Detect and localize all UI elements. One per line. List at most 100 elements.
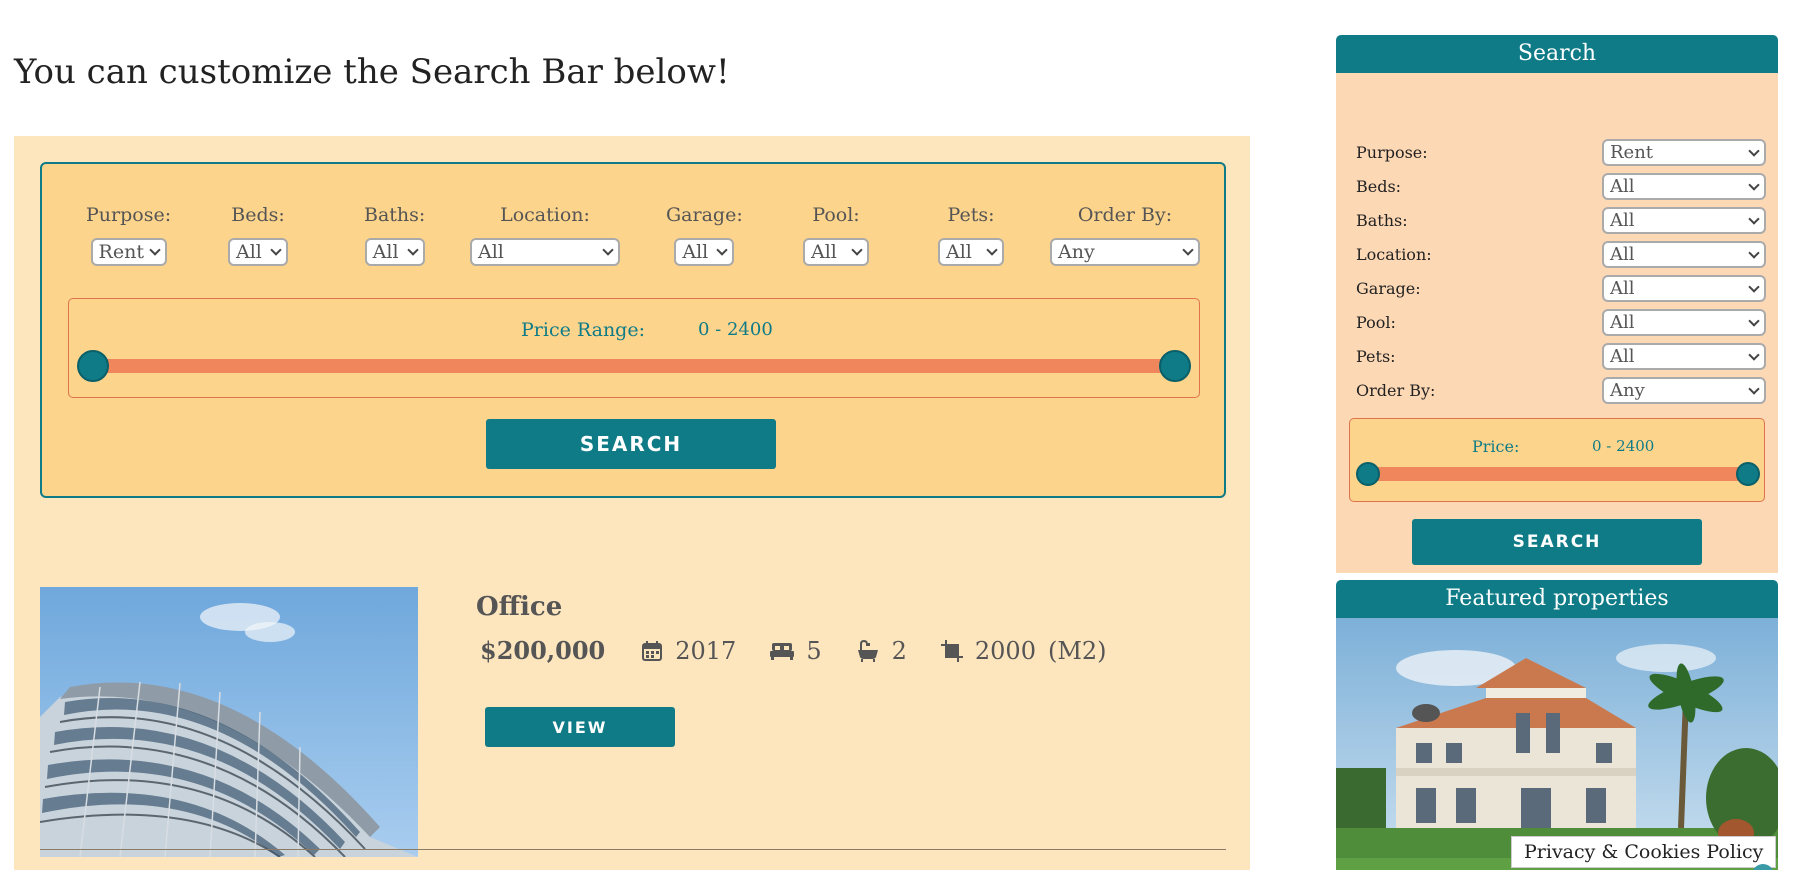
- property-title[interactable]: Office: [476, 592, 562, 622]
- sidebar-order-by-label: Order By:: [1356, 381, 1436, 400]
- order-by-label: Order By:: [1077, 204, 1173, 226]
- sidebar-search-form: Purpose: Rent Beds: All Baths: All Locat…: [1336, 73, 1778, 573]
- villa-image: [1336, 618, 1778, 870]
- sidebar-price-slider-max-handle[interactable]: [1736, 462, 1760, 486]
- main-panel: Purpose: Rent Beds: All Baths: All Locat…: [14, 136, 1250, 870]
- property-area-value: 2000: [974, 636, 1036, 665]
- calendar-icon: [642, 640, 663, 661]
- sidebar-search-title: Search: [1336, 35, 1778, 73]
- property-price: $200,000: [480, 636, 606, 665]
- property-meta: $200,000 2017 5 2 2000 (M2): [480, 636, 1141, 665]
- featured-properties-title: Featured properties: [1336, 580, 1778, 618]
- price-range: Price Range: 0 - 2400: [68, 298, 1200, 398]
- divider: [40, 849, 1226, 850]
- sidebar-price-range: Price: 0 - 2400: [1349, 418, 1765, 502]
- sidebar-price-label: Price:: [1472, 437, 1520, 456]
- sidebar-pets-select[interactable]: All: [1602, 343, 1766, 370]
- purpose-select[interactable]: Rent: [90, 238, 167, 266]
- baths-value: All: [372, 241, 399, 263]
- page-title: You can customize the Search Bar below!: [14, 52, 730, 92]
- sidebar-beds-row: Beds: All: [1356, 173, 1766, 200]
- price-range-value: 0 - 2400: [698, 319, 773, 340]
- location-select[interactable]: All: [470, 238, 620, 266]
- chevron-down-icon: [851, 244, 863, 256]
- price-slider-min-handle[interactable]: [77, 350, 109, 382]
- chevron-down-icon: [148, 244, 161, 256]
- pool-select[interactable]: All: [803, 238, 869, 266]
- sidebar-order-by-value: Any: [1610, 380, 1645, 401]
- sidebar-garage-label: Garage:: [1356, 279, 1421, 298]
- sidebar-pets-row: Pets: All: [1356, 343, 1766, 370]
- sidebar-purpose-label: Purpose:: [1356, 143, 1428, 162]
- property-image[interactable]: [40, 587, 418, 857]
- chevron-down-icon: [1748, 144, 1760, 157]
- chevron-down-icon: [1748, 178, 1760, 191]
- pool-field: Pool: All: [803, 204, 869, 266]
- chevron-down-icon: [1748, 280, 1760, 293]
- sidebar-garage-value: All: [1610, 278, 1635, 299]
- price-slider-max-handle[interactable]: [1159, 350, 1191, 382]
- location-value: All: [478, 241, 504, 263]
- bathtub-icon: [857, 639, 878, 662]
- property-year: 2017: [641, 637, 736, 665]
- property-year-value: 2017: [675, 636, 737, 665]
- baths-field: Baths: All: [364, 204, 425, 266]
- sidebar-order-by-row: Order By: Any: [1356, 377, 1766, 404]
- beds-field: Beds: All: [228, 204, 288, 266]
- purpose-label: Purpose:: [86, 204, 172, 226]
- garage-value: All: [682, 241, 709, 263]
- property-baths: 2: [856, 637, 907, 665]
- pets-value: All: [946, 241, 972, 263]
- sidebar-pool-select[interactable]: All: [1602, 309, 1766, 336]
- sidebar-garage-row: Garage: All: [1356, 275, 1766, 302]
- location-label: Location:: [500, 204, 590, 226]
- order-by-select[interactable]: Any: [1050, 238, 1200, 266]
- sidebar-beds-label: Beds:: [1356, 177, 1402, 196]
- sidebar-location-label: Location:: [1356, 245, 1432, 264]
- beds-value: All: [236, 241, 262, 263]
- pets-label: Pets:: [947, 204, 995, 226]
- pool-label: Pool:: [812, 204, 860, 226]
- price-slider-track[interactable]: [93, 359, 1175, 373]
- sidebar-location-row: Location: All: [1356, 241, 1766, 268]
- chevron-down-icon: [1748, 348, 1760, 361]
- garage-field: Garage: All: [666, 204, 743, 266]
- privacy-cookies-link[interactable]: Privacy & Cookies Policy: [1511, 836, 1777, 868]
- sidebar-location-select[interactable]: All: [1602, 241, 1766, 268]
- sidebar-pool-label: Pool:: [1356, 313, 1396, 332]
- pets-select[interactable]: All: [938, 238, 1004, 266]
- sidebar-price-value: 0 - 2400: [1592, 437, 1655, 455]
- garage-select[interactable]: All: [674, 238, 735, 266]
- sidebar-price-slider-min-handle[interactable]: [1356, 462, 1380, 486]
- featured-property-image[interactable]: [1336, 618, 1778, 870]
- chevron-down-icon: [602, 244, 614, 256]
- sidebar-baths-label: Baths:: [1356, 211, 1408, 230]
- baths-label: Baths:: [364, 204, 426, 226]
- sidebar-pool-value: All: [1610, 312, 1635, 333]
- sidebar-baths-select[interactable]: All: [1602, 207, 1766, 234]
- search-button[interactable]: SEARCH: [486, 419, 776, 469]
- chevron-down-icon: [1748, 212, 1760, 225]
- sidebar-beds-select[interactable]: All: [1602, 173, 1766, 200]
- view-button[interactable]: VIEW: [485, 707, 675, 747]
- sidebar-pets-value: All: [1610, 346, 1635, 367]
- beds-select[interactable]: All: [228, 238, 288, 266]
- location-field: Location: All: [470, 204, 620, 266]
- sidebar-search-widget: Search Purpose: Rent Beds: All Baths: Al…: [1336, 35, 1778, 573]
- sidebar-garage-select[interactable]: All: [1602, 275, 1766, 302]
- baths-select[interactable]: All: [364, 238, 425, 266]
- chevron-down-icon: [986, 244, 998, 256]
- sidebar-pets-label: Pets:: [1356, 347, 1396, 366]
- property-baths-value: 2: [891, 636, 907, 665]
- purpose-value: Rent: [98, 241, 144, 263]
- sidebar-search-button[interactable]: SEARCH: [1412, 519, 1702, 565]
- chevron-down-icon: [1182, 244, 1194, 256]
- pets-field: Pets: All: [938, 204, 1004, 266]
- chevron-down-icon: [1748, 246, 1760, 259]
- sidebar-purpose-row: Purpose: Rent: [1356, 139, 1766, 166]
- purpose-field: Purpose: Rent: [86, 204, 171, 266]
- sidebar-price-slider-track[interactable]: [1368, 467, 1748, 481]
- sidebar-purpose-select[interactable]: Rent: [1602, 139, 1766, 166]
- sidebar-purpose-value: Rent: [1610, 142, 1654, 163]
- sidebar-order-by-select[interactable]: Any: [1602, 377, 1766, 404]
